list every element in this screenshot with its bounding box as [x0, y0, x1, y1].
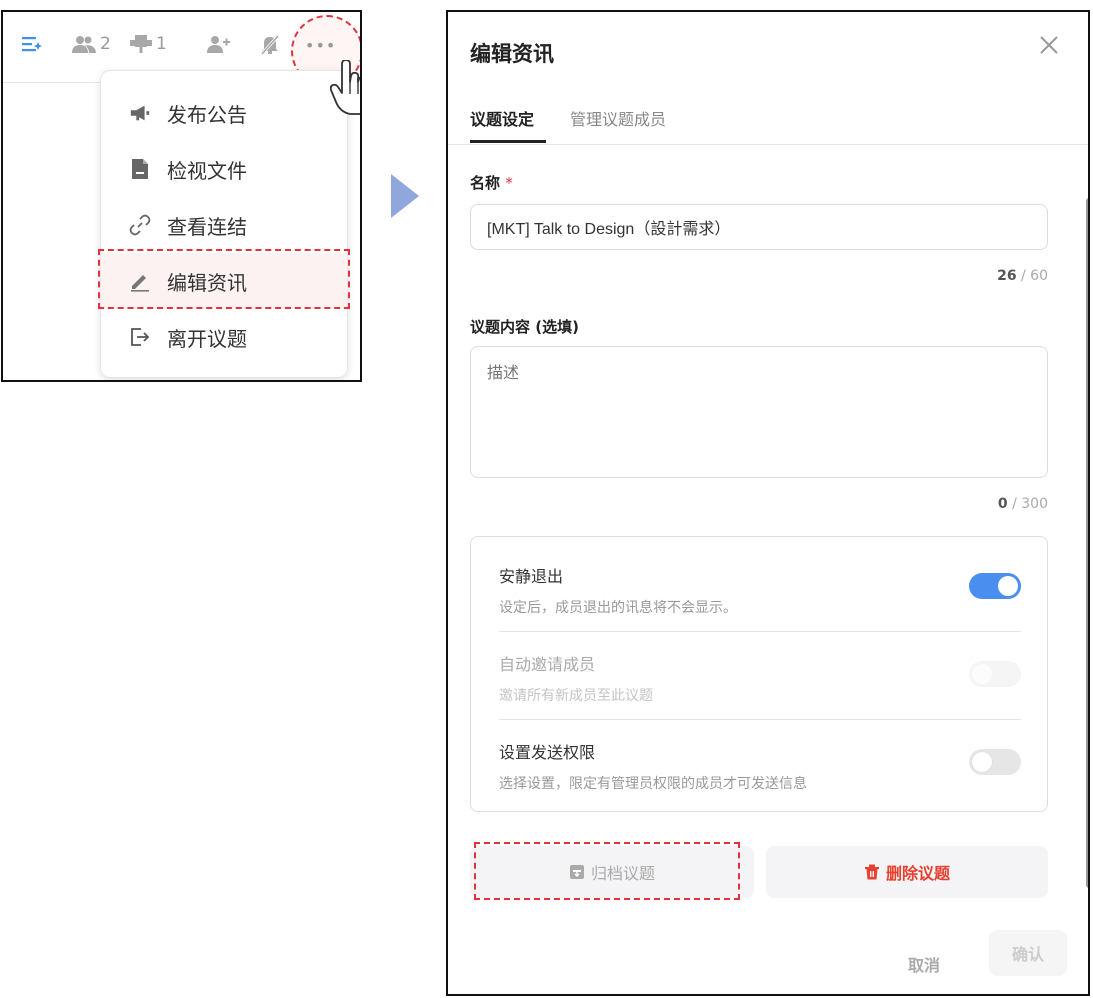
delete-topic-button[interactable]: 删除议题	[766, 846, 1048, 898]
megaphone-icon	[129, 103, 151, 123]
setting-desc: 设定后，成员退出的讯息将不会显示。	[499, 600, 737, 616]
members-count: 2	[100, 34, 111, 54]
required-mark: *	[505, 174, 513, 192]
dialog-tabs: 议题设定 管理议题成员	[448, 96, 1088, 145]
content-field-label: 议题内容 (选填)	[470, 318, 579, 336]
pointer-hand-icon	[329, 59, 360, 120]
name-char-counter: 26 / 60	[997, 268, 1048, 284]
exit-icon	[129, 326, 151, 348]
add-member-button[interactable]	[205, 34, 231, 54]
pins-button[interactable]: 1	[129, 34, 167, 54]
close-button[interactable]	[1036, 32, 1062, 58]
menu-item-leave-topic[interactable]: 离开议题	[101, 309, 347, 365]
dialog-title: 编辑资讯	[470, 42, 554, 66]
close-icon	[1040, 36, 1058, 54]
mute-button[interactable]	[259, 34, 281, 56]
file-icon	[129, 158, 151, 180]
setting-auto-invite: 自动邀请成员 邀请所有新成员至此议题	[499, 651, 1023, 705]
transition-arrow-icon	[390, 174, 420, 222]
menu-item-edit-info[interactable]: 编辑资讯	[101, 253, 347, 309]
settings-card: 安静退出 设定后，成员退出的讯息将不会显示。 自动邀请成员 邀请所有新成员至此议…	[470, 536, 1048, 812]
chat-header-panel: 2 1 ••• 发布公告 检视文件 查看连结 编辑资讯 离开议题	[1, 10, 362, 382]
trash-icon	[864, 864, 879, 880]
pins-count: 1	[156, 34, 167, 54]
divider	[499, 719, 1021, 720]
quiet-exit-toggle[interactable]	[969, 573, 1021, 599]
setting-title: 设置发送权限	[499, 743, 596, 762]
setting-send-permission: 设置发送权限 选择设置，限定有管理员权限的成员才可发送信息	[499, 739, 1023, 793]
menu-item-label: 编辑资讯	[167, 270, 247, 295]
menu-item-label: 发布公告	[167, 102, 247, 127]
menu-item-files[interactable]: 检视文件	[101, 141, 347, 197]
auto-invite-toggle[interactable]	[969, 661, 1021, 687]
menu-item-links[interactable]: 查看连结	[101, 197, 347, 253]
topic-list-icon[interactable]	[21, 34, 43, 54]
archive-icon	[569, 865, 584, 879]
divider	[499, 631, 1021, 632]
bell-off-icon	[260, 35, 280, 55]
archive-topic-button[interactable]: 归档议题	[470, 846, 754, 898]
tab-topic-settings[interactable]: 议题设定	[470, 106, 534, 130]
pin-icon	[130, 35, 152, 53]
delete-label: 删除议题	[885, 864, 950, 883]
pencil-icon	[129, 270, 151, 292]
menu-item-label: 检视文件	[167, 158, 247, 183]
add-user-icon	[207, 36, 230, 53]
scrollbar[interactable]	[1086, 198, 1088, 888]
setting-desc: 选择设置，限定有管理员权限的成员才可发送信息	[499, 776, 807, 792]
name-field-label: 名称 *	[470, 174, 513, 192]
content-char-counter: 0 / 300	[997, 496, 1048, 512]
setting-quiet-exit: 安静退出 设定后，成员退出的讯息将不会显示。	[499, 563, 1023, 617]
setting-title: 自动邀请成员	[499, 655, 596, 674]
cancel-button[interactable]: 取消	[908, 952, 940, 976]
more-menu: 发布公告 检视文件 查看连结 编辑资讯 离开议题	[100, 70, 348, 378]
name-input[interactable]	[470, 204, 1048, 250]
tab-manage-members[interactable]: 管理议题成员	[570, 106, 666, 130]
menu-item-label: 离开议题	[167, 326, 247, 351]
more-button[interactable]: •••	[305, 36, 336, 55]
menu-item-label: 查看连结	[167, 214, 247, 239]
content-textarea[interactable]	[470, 346, 1048, 478]
send-permission-toggle[interactable]	[969, 749, 1021, 775]
archive-label: 归档议题	[590, 864, 655, 883]
active-tab-indicator	[470, 140, 546, 143]
setting-title: 安静退出	[499, 567, 564, 586]
confirm-button[interactable]: 确认	[989, 930, 1067, 976]
link-icon	[129, 214, 151, 236]
members-button[interactable]: 2	[71, 34, 111, 54]
members-icon	[72, 36, 96, 53]
menu-item-announce[interactable]: 发布公告	[101, 85, 347, 141]
edit-info-dialog: 编辑资讯 议题设定 管理议题成员 名称 * 26 / 60 议题内容 (选填) …	[446, 10, 1090, 996]
setting-desc: 邀请所有新成员至此议题	[499, 688, 653, 704]
